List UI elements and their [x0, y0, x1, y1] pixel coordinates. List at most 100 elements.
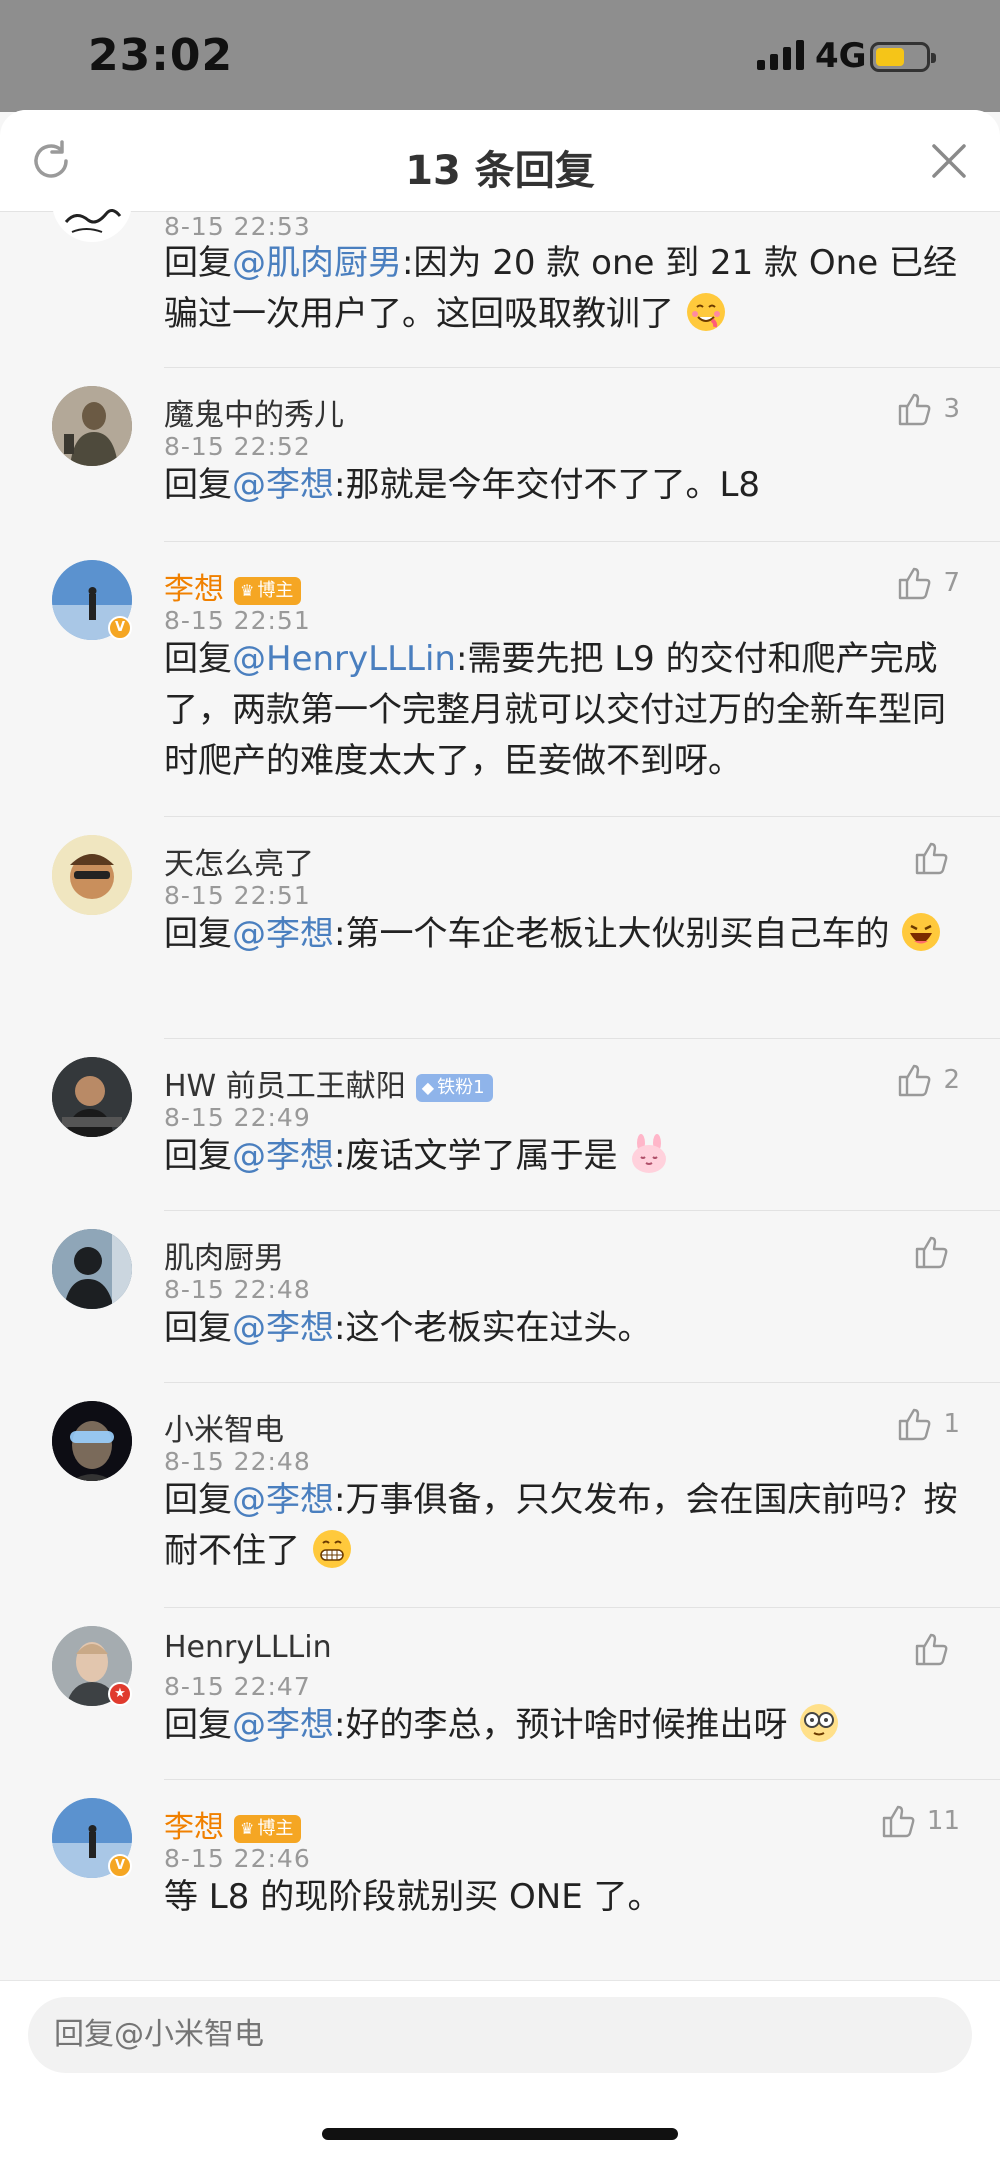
- laughing-emoji-icon: [902, 913, 941, 951]
- reply-prefix: 回复: [164, 1480, 232, 1520]
- like-button[interactable]: 11: [879, 1802, 960, 1840]
- comment-text: 等 L8 的现阶段就别买 ONE 了。: [164, 1872, 964, 1923]
- diamond-icon: ◆: [421, 1077, 435, 1097]
- comment-time: 8-15 22:47: [164, 1672, 311, 1701]
- mention-link[interactable]: @李想: [232, 914, 334, 954]
- avatar[interactable]: [52, 386, 132, 466]
- reply-prefix: 回复: [164, 639, 232, 679]
- comment-time: 8-15 22:48: [164, 1275, 311, 1304]
- commenter-name[interactable]: 天怎么亮了: [164, 839, 314, 883]
- home-indicator[interactable]: [322, 2128, 678, 2140]
- avatar[interactable]: [52, 835, 132, 915]
- like-count: 11: [926, 1806, 960, 1836]
- comment-body: :那就是今年交付不了了。L8: [334, 465, 761, 505]
- mention-link[interactable]: @李想: [232, 1308, 334, 1348]
- yum-emoji-icon: [686, 293, 725, 331]
- thumbs-up-icon: [915, 1236, 948, 1269]
- commenter-name[interactable]: 魔鬼中的秀儿: [164, 390, 344, 434]
- comment-text: 回复@李想:废话文学了属于是: [164, 1131, 964, 1182]
- commenter-name[interactable]: 李想 ♛ 博主: [164, 1802, 302, 1846]
- blogger-badge: ♛ 博主: [234, 1814, 302, 1843]
- comment-item[interactable]: 8-15 22:53 回复@肌肉厨男:因为 20 款 one 到 21 款 On…: [0, 162, 1000, 368]
- comment-text: 回复@李想:好的李总，预计啥时候推出呀: [164, 1700, 964, 1751]
- thumbs-up-icon: [915, 1633, 948, 1666]
- like-button[interactable]: [912, 1233, 960, 1271]
- glasses-emoji-icon: [800, 1704, 839, 1742]
- commenter-name[interactable]: 小米智电: [164, 1405, 284, 1449]
- mention-link[interactable]: @HenryLLLin: [232, 639, 456, 679]
- status-time: 23:02: [88, 30, 234, 81]
- reply-prefix: 回复: [164, 914, 232, 954]
- like-button[interactable]: [912, 839, 960, 877]
- comment-time: 8-15 22:52: [164, 432, 311, 461]
- comment-list: 8-15 22:53 回复@肌肉厨男:因为 20 款 one 到 21 款 On…: [0, 162, 1000, 1980]
- mention-link[interactable]: @李想: [232, 1136, 334, 1176]
- verified-badge-icon: V: [108, 616, 132, 640]
- comment-item[interactable]: 天怎么亮了 8-15 22:51 回复@李想:第一个车企老板让大伙别买自己车的: [0, 817, 1000, 1039]
- like-button[interactable]: 1: [895, 1405, 960, 1443]
- mention-link[interactable]: @李想: [232, 1705, 334, 1745]
- commenter-name-text: HW 前员工王献阳: [164, 1069, 406, 1104]
- thumbs-up-icon: [899, 567, 931, 600]
- commenter-name[interactable]: HW 前员工王献阳 ◆ 铁粉1: [164, 1061, 493, 1105]
- sheet-header: 13 条回复: [0, 110, 1000, 212]
- battery-icon: [870, 42, 936, 72]
- comment-body: :第一个车企老板让大伙别买自己车的: [334, 914, 890, 954]
- replies-sheet: 13 条回复 8-15 22:53 回复@肌肉厨男:因为 20 款 one 到 …: [0, 110, 1000, 2164]
- like-button[interactable]: [912, 1630, 960, 1668]
- commenter-name[interactable]: 李想 ♛ 博主: [164, 564, 302, 608]
- thumbs-up-icon: [899, 393, 931, 426]
- comment-text: 回复@HenryLLLin:需要先把 L9 的交付和爬产完成了，两款第一个完整月…: [164, 634, 964, 787]
- comment-time: 8-15 22:53: [164, 212, 311, 241]
- comment-body: :这个老板实在过头。: [334, 1308, 652, 1348]
- comment-item[interactable]: V 李想 ♛ 博主 8-15 22:46 等 L8 的现阶段就别买 ONE 了。 1…: [0, 1780, 1000, 1980]
- commenter-name[interactable]: 肌肉厨男: [164, 1233, 284, 1277]
- commenter-name-text: 李想: [164, 572, 224, 607]
- like-count: 7: [943, 568, 960, 598]
- avatar[interactable]: [52, 162, 132, 242]
- blogger-badge: ♛ 博主: [234, 576, 302, 605]
- avatar[interactable]: [52, 1229, 132, 1309]
- like-count: 2: [943, 1065, 960, 1095]
- mention-link[interactable]: @李想: [232, 1480, 334, 1520]
- comment-text: 回复@李想:万事俱备，只欠发布，会在国庆前吗？按耐不住了: [164, 1475, 964, 1577]
- comment-time: 8-15 22:49: [164, 1103, 311, 1132]
- comment-body: :废话文学了属于是: [334, 1136, 618, 1176]
- comment-item[interactable]: 小米智电 8-15 22:48 回复@李想:万事俱备，只欠发布，会在国庆前吗？按…: [0, 1383, 1000, 1608]
- comment-time: 8-15 22:48: [164, 1447, 311, 1476]
- comment-text: 回复@李想:那就是今年交付不了了。L8: [164, 460, 964, 511]
- comment-item[interactable]: 肌肉厨男 8-15 22:48 回复@李想:这个老板实在过头。: [0, 1211, 1000, 1383]
- badge-label: 铁粉1: [437, 1076, 485, 1098]
- like-count: 3: [943, 394, 960, 424]
- thumbs-up-icon: [899, 1408, 931, 1441]
- like-button[interactable]: 7: [895, 564, 960, 602]
- comment-item[interactable]: 魔鬼中的秀儿 8-15 22:52 回复@李想:那就是今年交付不了了。L8 3: [0, 368, 1000, 542]
- badge-label: 博主: [257, 579, 294, 601]
- fan-badge: ◆ 铁粉1: [415, 1073, 493, 1102]
- comment-item[interactable]: HW 前员工王献阳 ◆ 铁粉1 8-15 22:49 回复@李想:废话文学了属于是 …: [0, 1039, 1000, 1211]
- comment-text: 回复@李想:第一个车企老板让大伙别买自己车的: [164, 909, 964, 960]
- close-icon[interactable]: [926, 138, 972, 184]
- mention-link[interactable]: @肌肉厨男: [232, 243, 402, 283]
- signal-icon: [757, 40, 807, 70]
- thumbs-up-icon: [915, 842, 948, 875]
- like-button[interactable]: 2: [895, 1061, 960, 1099]
- comment-item[interactable]: ★ HenryLLLin 8-15 22:47 回复@李想:好的李总，预计啥时候…: [0, 1608, 1000, 1780]
- comment-time: 8-15 22:51: [164, 606, 311, 635]
- comment-body: 等 L8 的现阶段就别买 ONE 了。: [164, 1877, 662, 1917]
- like-button[interactable]: 3: [895, 390, 960, 428]
- commenter-name[interactable]: HenryLLLin: [164, 1630, 332, 1665]
- crown-icon: ♛: [240, 580, 255, 600]
- sheet-title: 13 条回复: [405, 148, 595, 194]
- comment-item[interactable]: V 李想 ♛ 博主 8-15 22:51 回复@HenryLLLin:需要先把 L9…: [0, 542, 1000, 817]
- avatar[interactable]: [52, 1401, 132, 1481]
- avatar[interactable]: [52, 1057, 132, 1137]
- comment-time: 8-15 22:51: [164, 881, 311, 910]
- thumbs-up-icon: [899, 1064, 931, 1097]
- verified-badge-icon: ★: [108, 1682, 132, 1706]
- reply-input[interactable]: [28, 1997, 972, 2073]
- grin-emoji-icon: [312, 1530, 351, 1568]
- mention-link[interactable]: @李想: [232, 465, 334, 505]
- comment-body: :好的李总，预计啥时候推出呀: [334, 1705, 788, 1745]
- crown-icon: ♛: [240, 1818, 255, 1838]
